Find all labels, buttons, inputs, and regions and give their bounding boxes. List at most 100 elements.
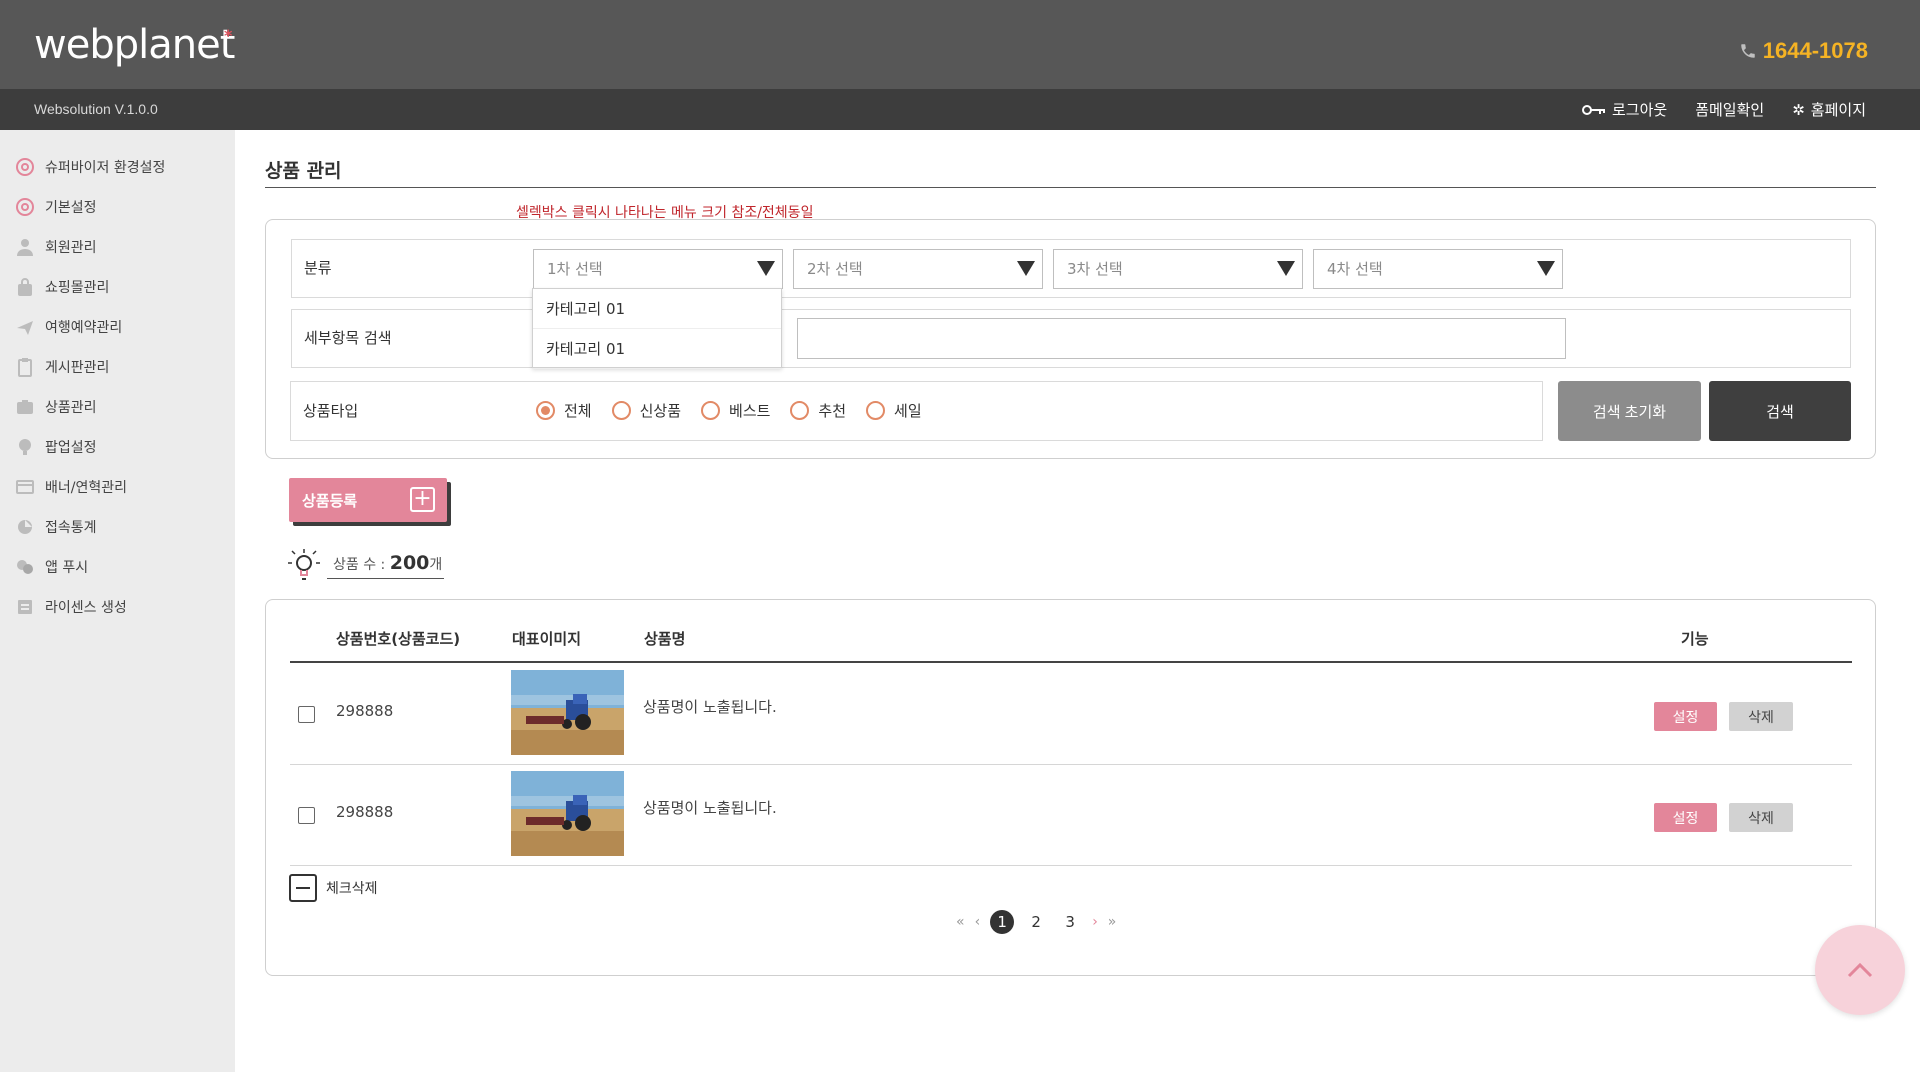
product-type-radios: 전체 신상품 베스트 추천 세일 — [536, 400, 922, 421]
reset-search-button[interactable]: 검색 초기화 — [1558, 381, 1701, 441]
delete-button[interactable]: 삭제 — [1729, 803, 1793, 832]
check-delete-label: 체크삭제 — [326, 881, 378, 897]
product-type-label: 상품타입 — [303, 402, 359, 420]
user-icon — [14, 236, 36, 258]
category-select-3[interactable]: 3차 선택 — [1053, 249, 1303, 289]
radio-button[interactable] — [536, 401, 555, 420]
settings-icon — [14, 156, 36, 178]
add-product-label: 상품등록 — [302, 491, 358, 510]
prev-page-icon[interactable]: ‹ — [975, 914, 981, 930]
logout-label: 로그아웃 — [1612, 101, 1668, 119]
radio-all[interactable]: 전체 — [536, 400, 592, 421]
settings-button[interactable]: 설정 — [1654, 803, 1717, 832]
sidebar-item-members[interactable]: 회원관리 — [0, 227, 235, 267]
select-value: 3차 선택 — [1067, 260, 1123, 278]
mail-check-link[interactable]: 폼메일확인 — [1695, 99, 1764, 120]
key-icon — [1582, 104, 1605, 115]
product-code: 298888 — [336, 803, 394, 821]
phone-icon — [1741, 44, 1755, 58]
sidebar-item-label: 접속통계 — [45, 520, 97, 536]
product-thumbnail[interactable] — [511, 771, 624, 856]
product-thumbnail[interactable] — [511, 670, 624, 755]
row-checkbox[interactable] — [298, 807, 315, 824]
product-count: 상품 수 : 200개 — [287, 546, 445, 584]
dropdown-arrow-icon — [1017, 261, 1035, 276]
homepage-link[interactable]: ✲ 홈페이지 — [1792, 99, 1866, 120]
sidebar-item-label: 기본설정 — [45, 200, 97, 216]
check-delete-button[interactable]: 체크삭제 — [289, 874, 378, 902]
delete-button[interactable]: 삭제 — [1729, 702, 1793, 731]
top-header: webplanet * 1644-1078 — [0, 0, 1920, 89]
radio-button[interactable] — [611, 401, 631, 420]
logout-link[interactable]: 로그아웃 — [1582, 99, 1667, 120]
page-title: 상품 관리 — [265, 160, 342, 182]
sidebar-item-label: 여행예약관리 — [45, 320, 123, 336]
sidebar-item-label: 상품관리 — [45, 400, 97, 416]
bag-icon — [14, 276, 36, 298]
detail-search-input[interactable] — [797, 318, 1566, 359]
logo[interactable]: webplanet — [34, 22, 235, 68]
sidebar-item-license[interactable]: 라이센스 생성 — [0, 587, 235, 627]
minus-box-icon — [289, 874, 317, 902]
row-checkbox[interactable] — [298, 706, 315, 723]
radio-button[interactable] — [701, 401, 721, 420]
radio-recommend[interactable]: 추천 — [790, 400, 846, 421]
radio-button[interactable] — [866, 401, 886, 420]
category-select-4[interactable]: 4차 선택 — [1313, 249, 1563, 289]
add-product-button[interactable]: 상품등록 + — [289, 478, 447, 522]
dropdown-option[interactable]: 카테고리 01 — [533, 289, 781, 329]
page-2[interactable]: 2 — [1024, 910, 1048, 934]
header-actions: 기능 — [1681, 630, 1709, 648]
sidebar-item-app-push[interactable]: 앱 푸시 — [0, 547, 235, 587]
settings-button[interactable]: 설정 — [1654, 702, 1717, 731]
pagination: « ‹ 1 2 3 › » — [956, 910, 1116, 934]
radio-sale[interactable]: 세일 — [866, 400, 922, 421]
radio-label: 전체 — [564, 402, 592, 420]
sidebar-item-shop[interactable]: 쇼핑몰관리 — [0, 267, 235, 307]
sidebar-item-label: 앱 푸시 — [45, 560, 89, 576]
radio-dot — [541, 406, 550, 415]
header-code: 상품번호(상품코드) — [336, 630, 461, 648]
table-row: 298888 상품명이 노출됩니다. 설정 삭제 — [290, 765, 1852, 866]
radio-best[interactable]: 베스트 — [701, 400, 770, 421]
plane-icon — [14, 316, 36, 338]
radio-new[interactable]: 신상품 — [611, 400, 681, 421]
first-page-icon[interactable]: « — [956, 914, 965, 930]
count-prefix: 상품 수 : — [333, 556, 390, 573]
page-1[interactable]: 1 — [990, 910, 1015, 934]
sidebar-item-board[interactable]: 게시판관리 — [0, 347, 235, 387]
product-list: 상품번호(상품코드) 대표이미지 상품명 기능 298888 상품명이 노출됩니… — [265, 599, 1876, 976]
search-button[interactable]: 검색 — [1709, 381, 1851, 441]
sidebar: 슈퍼바이저 환경설정 기본설정 회원관리 쇼핑몰관리 여행예약관리 게시판관리 … — [0, 130, 235, 1072]
count-value: 200 — [389, 551, 430, 574]
next-page-icon[interactable]: › — [1092, 914, 1098, 930]
category-select-1[interactable]: 1차 선택 — [533, 249, 783, 289]
page-3[interactable]: 3 — [1058, 910, 1082, 934]
sidebar-item-basic-settings[interactable]: 기본설정 — [0, 187, 235, 227]
sidebar-item-popup[interactable]: 팝업설정 — [0, 427, 235, 467]
homepage-label: 홈페이지 — [1810, 101, 1866, 119]
category-select-2[interactable]: 2차 선택 — [793, 249, 1043, 289]
box-icon — [14, 396, 36, 418]
sub-header: Websolution V.1.0.0 로그아웃 폼메일확인 ✲ 홈페이지 — [0, 89, 1920, 130]
phone-number: 1644-1078 — [1739, 38, 1868, 64]
sidebar-item-banner[interactable]: 배너/연혁관리 — [0, 467, 235, 507]
dropdown-option[interactable]: 카테고리 01 — [533, 329, 781, 369]
sidebar-item-supervisor[interactable]: 슈퍼바이저 환경설정 — [0, 147, 235, 187]
top-links: 로그아웃 폼메일확인 ✲ 홈페이지 — [1582, 99, 1866, 120]
last-page-icon[interactable]: » — [1108, 914, 1117, 930]
license-icon — [14, 596, 36, 618]
sidebar-item-travel[interactable]: 여행예약관리 — [0, 307, 235, 347]
sidebar-item-label: 라이센스 생성 — [45, 600, 127, 616]
scroll-to-top-button[interactable] — [1815, 925, 1905, 1015]
mail-check-label: 폼메일확인 — [1695, 101, 1765, 119]
title-divider — [265, 187, 1876, 188]
sidebar-item-stats[interactable]: 접속통계 — [0, 507, 235, 547]
product-code: 298888 — [336, 702, 394, 720]
sidebar-item-label: 슈퍼바이저 환경설정 — [45, 160, 166, 176]
radio-label: 세일 — [894, 402, 922, 420]
dropdown-arrow-icon — [1277, 261, 1295, 276]
table-header: 상품번호(상품코드) 대표이미지 상품명 기능 — [290, 600, 1852, 663]
radio-button[interactable] — [790, 401, 810, 420]
sidebar-item-products[interactable]: 상품관리 — [0, 387, 235, 427]
